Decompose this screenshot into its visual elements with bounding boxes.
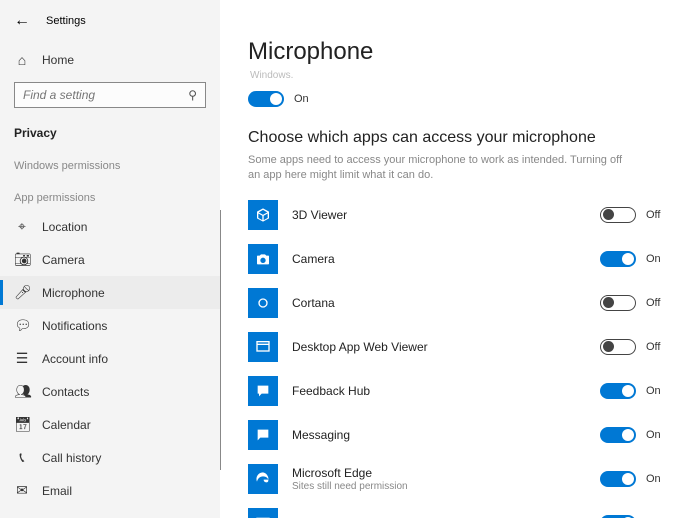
app-label: 3D Viewer bbox=[292, 208, 600, 222]
toggle-state-label: On bbox=[646, 253, 661, 265]
toggle-column: Off bbox=[600, 295, 680, 311]
app-row: Messaging On bbox=[248, 420, 680, 450]
toggle-state-label: Off bbox=[646, 209, 660, 221]
app-toggle[interactable] bbox=[600, 295, 636, 311]
toggle-column: On bbox=[600, 427, 680, 443]
search-box[interactable]: ⚲ bbox=[14, 82, 206, 108]
toggle-state-label: On bbox=[646, 473, 661, 485]
apps-list: 3D ViewerOffCameraOnCortanaOffDesktop Ap… bbox=[248, 200, 680, 518]
calendar-icon: 📅︎ bbox=[14, 416, 30, 433]
sidebar: ← Settings ⌂ Home ⚲ Privacy Windows perm… bbox=[0, 0, 220, 518]
toggle-column: On bbox=[600, 251, 680, 267]
contacts-icon: 👥︎ bbox=[14, 383, 30, 400]
microphone-icon: 🎤︎ bbox=[14, 284, 30, 301]
nav-label: Location bbox=[42, 220, 87, 234]
page-title: Microphone bbox=[248, 38, 680, 66]
app-sublabel: Sites still need permission bbox=[292, 481, 600, 492]
app-label: Feedback Hub bbox=[292, 384, 600, 398]
app-row: Desktop App Web Viewer Off bbox=[248, 332, 680, 362]
home-icon: ⌂ bbox=[14, 52, 30, 68]
choose-apps-heading: Choose which apps can access your microp… bbox=[248, 129, 680, 147]
app-icon bbox=[248, 420, 278, 450]
camera-icon: 📷︎ bbox=[14, 251, 30, 268]
app-label: Messaging bbox=[292, 428, 600, 442]
nav-notifications[interactable]: 💬︎ Notifications bbox=[0, 309, 220, 342]
nav-label: Calendar bbox=[42, 418, 91, 432]
app-icon bbox=[248, 244, 278, 274]
app-label: Microsoft EdgeSites still need permissio… bbox=[292, 466, 600, 492]
nav-label: Account info bbox=[42, 352, 108, 366]
notification-icon: 💬︎ bbox=[14, 317, 30, 334]
group-app-permissions: App permissions bbox=[0, 178, 220, 210]
app-toggle[interactable] bbox=[600, 471, 636, 487]
nav-callhistory[interactable]: 📞︎ Call history bbox=[0, 441, 220, 474]
app-toggle[interactable] bbox=[600, 427, 636, 443]
app-toggle[interactable] bbox=[600, 383, 636, 399]
app-toggle[interactable] bbox=[600, 207, 636, 223]
app-label: Cortana bbox=[292, 296, 600, 310]
app-icon bbox=[248, 464, 278, 494]
account-icon: ☰ bbox=[14, 350, 30, 367]
app-icon bbox=[248, 288, 278, 318]
app-row: Microsoft EdgeSites still need permissio… bbox=[248, 464, 680, 494]
faded-prev-text: Windows. bbox=[250, 70, 680, 81]
main-content: Microphone Windows. On Choose which apps… bbox=[220, 0, 700, 518]
choose-apps-desc: Some apps need to access your microphone… bbox=[248, 153, 628, 184]
app-toggle[interactable] bbox=[600, 339, 636, 355]
nav-location[interactable]: ⌖ Location bbox=[0, 210, 220, 243]
nav-label: Microphone bbox=[42, 286, 105, 300]
app-icon bbox=[248, 508, 278, 518]
header: ← Settings bbox=[0, 10, 220, 40]
group-windows-permissions: Windows permissions bbox=[0, 146, 220, 178]
back-icon[interactable]: ← bbox=[14, 12, 30, 30]
nav-label: Notifications bbox=[42, 319, 107, 333]
section-privacy: Privacy bbox=[0, 116, 220, 146]
email-icon: ✉ bbox=[14, 482, 30, 499]
app-row: Cortana Off bbox=[248, 288, 680, 318]
nav-account[interactable]: ☰ Account info bbox=[0, 342, 220, 375]
nav-camera[interactable]: 📷︎ Camera bbox=[0, 243, 220, 276]
toggle-column: On bbox=[600, 383, 680, 399]
app-row: Camera On bbox=[248, 244, 680, 274]
master-toggle[interactable] bbox=[248, 91, 284, 107]
search-input[interactable] bbox=[23, 88, 188, 102]
app-label: Desktop App Web Viewer bbox=[292, 340, 600, 354]
nav-label: Email bbox=[42, 484, 72, 498]
app-row: Microsoft PhotosOn bbox=[248, 508, 680, 518]
nav-label: Call history bbox=[42, 451, 101, 465]
app-toggle[interactable] bbox=[600, 251, 636, 267]
nav-label: Camera bbox=[42, 253, 85, 267]
toggle-state-label: Off bbox=[646, 341, 660, 353]
location-icon: ⌖ bbox=[14, 218, 30, 235]
app-label: Camera bbox=[292, 252, 600, 266]
nav-calendar[interactable]: 📅︎ Calendar bbox=[0, 408, 220, 441]
nav-label: Contacts bbox=[42, 385, 89, 399]
settings-title: Settings bbox=[46, 15, 86, 27]
master-toggle-label: On bbox=[294, 93, 309, 105]
app-icon bbox=[248, 200, 278, 230]
home-link[interactable]: ⌂ Home bbox=[0, 46, 220, 74]
toggle-state-label: Off bbox=[646, 297, 660, 309]
toggle-column: Off bbox=[600, 207, 680, 223]
call-icon: 📞︎ bbox=[14, 449, 30, 466]
nav-email[interactable]: ✉ Email bbox=[0, 474, 220, 507]
app-icon bbox=[248, 332, 278, 362]
app-row: Feedback Hub On bbox=[248, 376, 680, 406]
search-icon: ⚲ bbox=[188, 88, 197, 102]
master-toggle-row: On bbox=[248, 91, 680, 107]
toggle-state-label: On bbox=[646, 385, 661, 397]
app-icon bbox=[248, 376, 278, 406]
toggle-column: Off bbox=[600, 339, 680, 355]
toggle-column: On bbox=[600, 471, 680, 487]
toggle-state-label: On bbox=[646, 429, 661, 441]
home-label: Home bbox=[42, 53, 74, 67]
nav-contacts[interactable]: 👥︎ Contacts bbox=[0, 375, 220, 408]
app-row: 3D Viewer Off bbox=[248, 200, 680, 230]
nav-microphone[interactable]: 🎤︎ Microphone bbox=[0, 276, 220, 309]
